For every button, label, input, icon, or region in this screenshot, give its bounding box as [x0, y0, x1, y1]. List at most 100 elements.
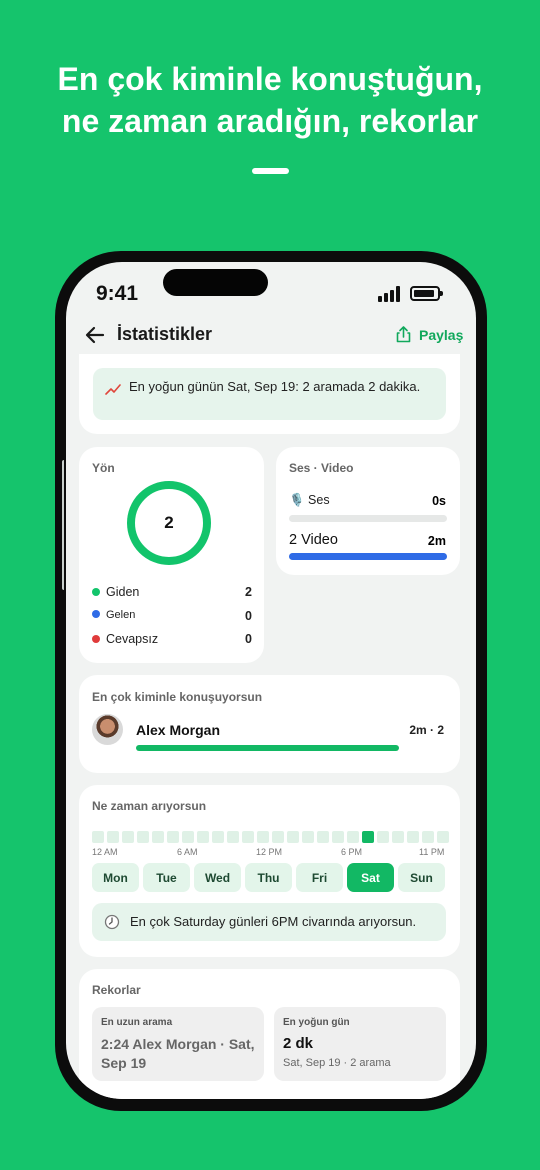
- hour-label-12pm: 12 PM: [256, 847, 283, 857]
- hour-cell: [167, 831, 179, 843]
- outgoing-label: Giden: [106, 585, 140, 599]
- hour-label-6pm: 6 PM: [341, 847, 363, 857]
- hour-cell: [302, 831, 314, 843]
- phone-frame: 9:41 İstatistikler Paylaş En yoğun günün…: [55, 251, 487, 1111]
- battery-icon: [410, 286, 443, 301]
- incoming-label: Gelen: [106, 609, 136, 621]
- hour-cell: [92, 831, 104, 843]
- hour-label-12am: 12 AM: [92, 847, 118, 857]
- insight-text: En yoğun günün Sat, Sep 19: 2 aramada 2 …: [129, 379, 421, 394]
- hour-cell: [137, 831, 149, 843]
- video-label: 2 Video: [289, 532, 338, 548]
- hour-cell: [332, 831, 344, 843]
- audio-bar: [289, 515, 447, 522]
- headline-line-1: En çok kiminle konuştuğun,: [57, 61, 483, 97]
- insight-banner: En yoğun günün Sat, Sep 19: 2 aramada 2 …: [93, 368, 446, 420]
- hour-label-11pm: 11 PM: [419, 847, 445, 857]
- record-longest-value: 2:24 Alex Morgan · Sat, Sep 19: [101, 1036, 255, 1071]
- outgoing-count: 2: [245, 585, 252, 599]
- share-icon: [396, 326, 411, 343]
- headline-divider: [252, 168, 289, 174]
- hour-cell: [392, 831, 404, 843]
- hour-cell: [182, 831, 194, 843]
- contact-value: 2m · 2: [409, 723, 444, 737]
- hour-heatmap: [92, 831, 449, 843]
- legend-missed: Cevapsız 0: [92, 632, 252, 646]
- record-longest-call[interactable]: En uzun arama 2:24 Alex Morgan · Sat, Se…: [92, 1007, 264, 1081]
- video-bar-fill: [289, 553, 447, 560]
- day-fri[interactable]: Fri: [296, 863, 343, 892]
- direction-card: Yön 2 Giden 2 Gelen 0 Cevapsız 0: [79, 447, 264, 663]
- hour-cell: [257, 831, 269, 843]
- hour-cell: [317, 831, 329, 843]
- status-time: 9:41: [96, 282, 139, 305]
- media-label: Ses · Video: [289, 461, 354, 475]
- hour-cell: [122, 831, 134, 843]
- day-wed[interactable]: Wed: [194, 863, 241, 892]
- audio-value: 0s: [432, 494, 446, 508]
- dynamic-island: [163, 269, 268, 296]
- media-card: Ses · Video 🎙️ Ses 0s 2 Video 2m: [276, 447, 460, 575]
- video-value: 2m: [427, 534, 446, 548]
- share-button[interactable]: Paylaş: [396, 326, 463, 343]
- missed-label: Cevapsız: [106, 632, 159, 646]
- hour-label-6am: 6 AM: [177, 847, 198, 857]
- direction-total: 2: [164, 513, 174, 532]
- trend-up-icon: [105, 384, 121, 395]
- headline-line-2: ne zaman aradığın, rekorlar: [61, 103, 479, 139]
- direction-label: Yön: [92, 461, 115, 475]
- app-screen: 9:41 İstatistikler Paylaş En yoğun günün…: [66, 262, 476, 1099]
- avatar: [92, 714, 123, 745]
- day-sun[interactable]: Sun: [398, 863, 445, 892]
- when-label: Ne zaman arıyorsun: [92, 799, 207, 813]
- audio-label: 🎙️ Ses: [289, 493, 330, 507]
- legend-incoming: Gelen 0: [92, 609, 252, 623]
- back-arrow-icon[interactable]: [84, 324, 106, 346]
- top-contact-card[interactable]: En çok kiminle konuşuyorsun Alex Morgan …: [79, 675, 460, 773]
- day-sat[interactable]: Sat: [347, 863, 394, 892]
- hour-cell: [437, 831, 449, 843]
- hour-cell: [272, 831, 284, 843]
- video-bar: [289, 553, 447, 560]
- hour-cell: [407, 831, 419, 843]
- hour-cell: [197, 831, 209, 843]
- day-mon[interactable]: Mon: [92, 863, 139, 892]
- hour-cell: [347, 831, 359, 843]
- record-busiest-day[interactable]: En yoğun gün 2 dk Sat, Sep 19 · 2 arama: [274, 1007, 446, 1081]
- hour-cell: [287, 831, 299, 843]
- hour-cell: [212, 831, 224, 843]
- incoming-count: 0: [245, 609, 252, 623]
- day-tue[interactable]: Tue: [143, 863, 190, 892]
- legend-outgoing: Giden 2: [92, 585, 252, 599]
- contact-bar: [136, 745, 399, 752]
- when-hint-banner: En çok Saturday günleri 6PM civarında ar…: [92, 903, 446, 941]
- record-busiest-sub: Sat, Sep 19 · 2 arama: [283, 1057, 391, 1069]
- outgoing-dot: [92, 588, 100, 596]
- contact-bar-fill: [136, 745, 399, 751]
- record-longest-key: En uzun arama: [101, 1017, 173, 1028]
- when-card: Ne zaman arıyorsun 12 AM 6 AM 12 PM 6 PM…: [79, 785, 460, 957]
- records-label: Rekorlar: [92, 983, 141, 997]
- hour-cell: [242, 831, 254, 843]
- missed-dot: [92, 635, 100, 643]
- hour-cell: [227, 831, 239, 843]
- top-contact-label: En çok kiminle konuşuyorsun: [92, 690, 263, 704]
- hour-cell: [377, 831, 389, 843]
- record-busiest-key: En yoğun gün: [283, 1017, 350, 1028]
- contact-name: Alex Morgan: [136, 722, 221, 738]
- signal-icon: [378, 286, 402, 302]
- clock-icon: [104, 914, 120, 930]
- side-edge-marker: [62, 460, 68, 590]
- share-label: Paylaş: [419, 326, 464, 343]
- hour-cell: [362, 831, 374, 843]
- hour-cell: [107, 831, 119, 843]
- hour-cell: [152, 831, 164, 843]
- hour-cell: [422, 831, 434, 843]
- incoming-dot: [92, 610, 100, 618]
- day-thu[interactable]: Thu: [245, 863, 292, 892]
- records-card: Rekorlar En uzun arama 2:24 Alex Morgan …: [79, 969, 460, 1099]
- when-hint-text: En çok Saturday günleri 6PM civarında ar…: [130, 914, 417, 929]
- record-busiest-value: 2 dk: [283, 1035, 314, 1052]
- direction-donut: 2: [127, 481, 211, 565]
- marketing-headline: En çok kiminle konuştuğun, ne zaman arad…: [0, 58, 540, 142]
